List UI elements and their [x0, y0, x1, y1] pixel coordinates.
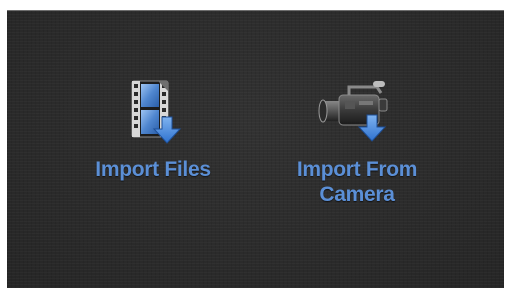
import-panel: Import Files Import From Camera: [7, 10, 504, 288]
import-from-camera-label-line2: Camera: [319, 183, 395, 206]
import-from-camera-label-line1: Import From: [296, 158, 418, 181]
camera-import-icon: [269, 79, 445, 157]
import-from-camera-button[interactable]: Import From Camera: [269, 79, 445, 207]
import-files-label: Import Files: [95, 158, 211, 181]
film-import-icon: [73, 79, 233, 157]
import-files-button[interactable]: Import Files: [73, 79, 233, 182]
